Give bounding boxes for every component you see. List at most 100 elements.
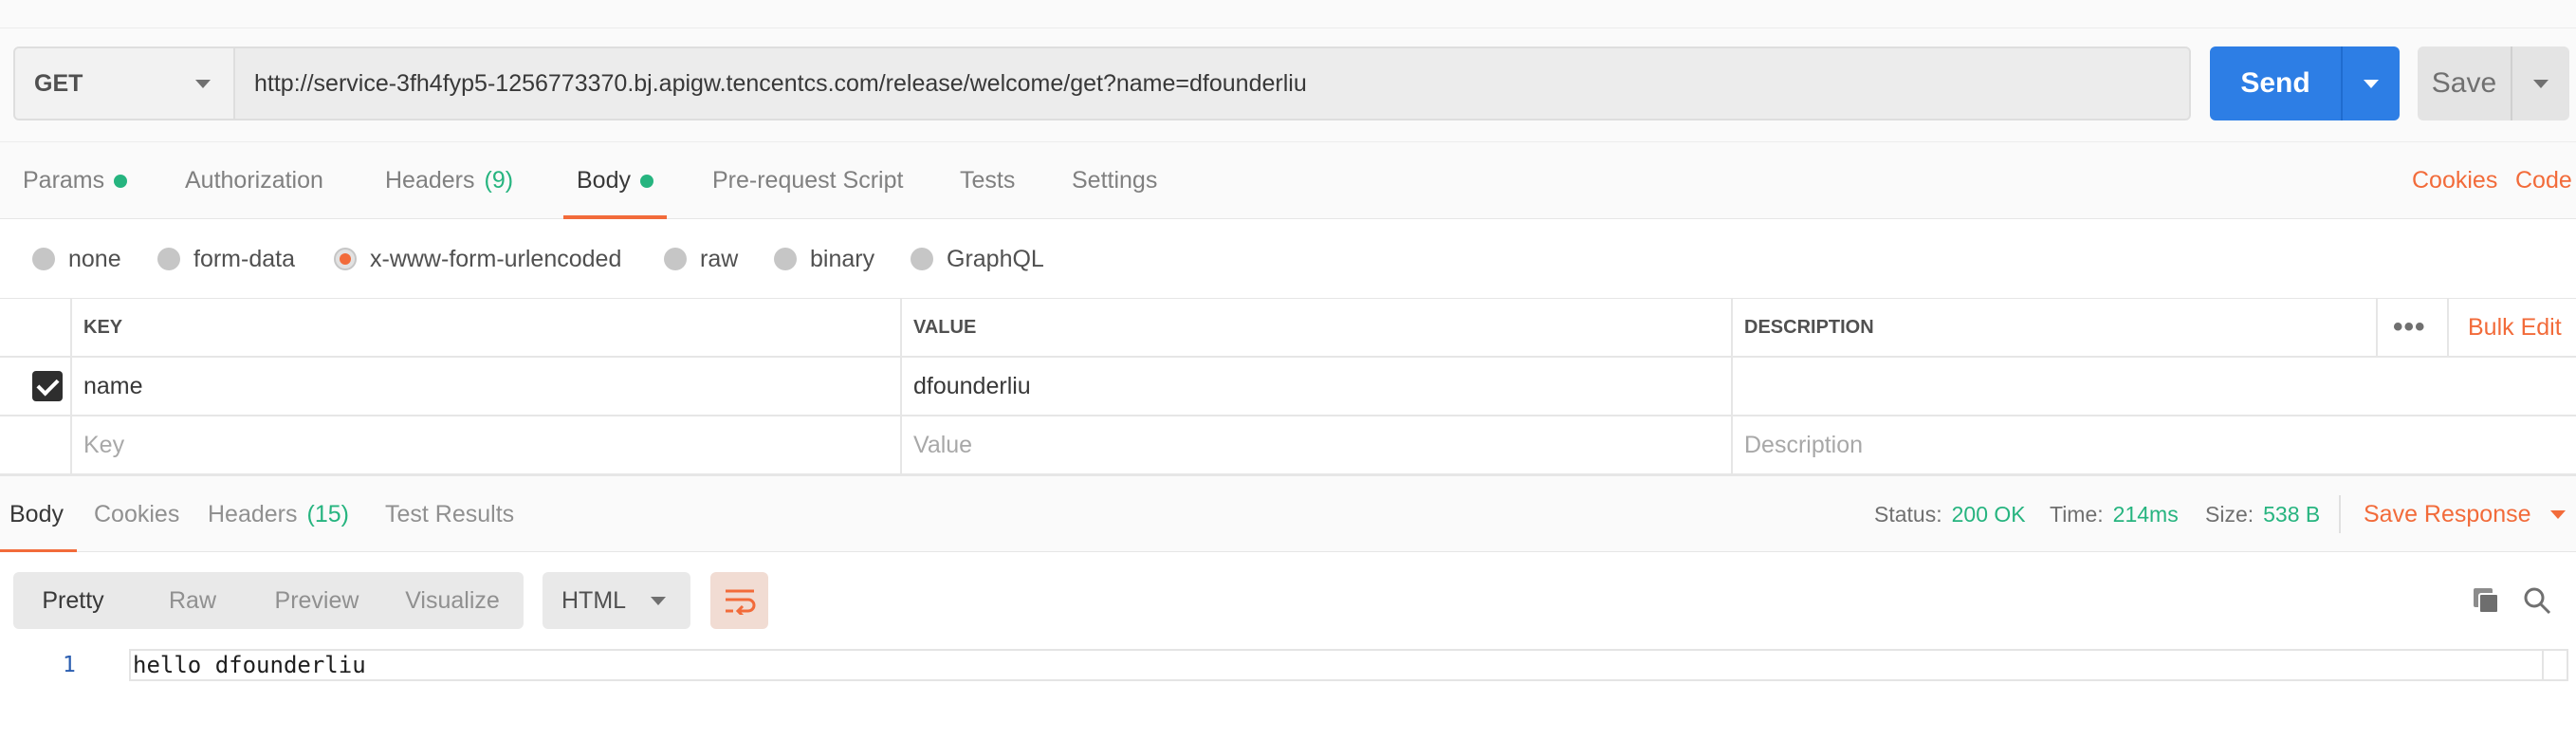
description-placeholder[interactable]: Description bbox=[1731, 416, 1863, 473]
table-header-row: KEY VALUE DESCRIPTION ••• Bulk Edit bbox=[0, 299, 2576, 358]
response-body-editor[interactable]: 1 hello dfounderliu bbox=[0, 647, 2576, 740]
radio-circle bbox=[911, 248, 933, 270]
tab-response-headers[interactable]: Headers (15) bbox=[208, 476, 349, 553]
radio-circle bbox=[157, 248, 180, 270]
active-indicator-dot bbox=[114, 174, 128, 188]
radio-graphql[interactable]: GraphQL bbox=[911, 219, 1044, 299]
radio-label: GraphQL bbox=[947, 245, 1044, 272]
search-icon bbox=[2524, 587, 2551, 615]
request-tabs: Params Authorization Headers (9) Body Pr… bbox=[0, 142, 2576, 219]
tab-authorization[interactable]: Authorization bbox=[185, 142, 323, 219]
chevron-down-icon bbox=[2364, 79, 2379, 88]
tab-label: Headers bbox=[208, 501, 298, 527]
radio-label: form-data bbox=[193, 245, 295, 272]
time-label: Time: bbox=[2050, 502, 2104, 527]
line-number: 1 bbox=[63, 653, 76, 677]
tab-params[interactable]: Params bbox=[23, 142, 128, 219]
tab-body[interactable]: Body bbox=[563, 142, 667, 219]
more-options-icon[interactable]: ••• bbox=[2376, 299, 2426, 356]
key-placeholder[interactable]: Key bbox=[70, 416, 124, 473]
status-value: 200 OK bbox=[1951, 502, 2026, 527]
param-description[interactable] bbox=[1731, 358, 1744, 415]
radio-label: none bbox=[68, 245, 121, 272]
radio-label: binary bbox=[810, 245, 875, 272]
value-placeholder[interactable]: Value bbox=[900, 416, 972, 473]
radio-form-data[interactable]: form-data bbox=[157, 219, 295, 299]
radio-label: raw bbox=[700, 245, 739, 272]
radio-none[interactable]: none bbox=[32, 219, 121, 299]
bulk-edit-link[interactable]: Bulk Edit bbox=[2447, 299, 2562, 356]
wrap-lines-button[interactable] bbox=[710, 572, 768, 629]
radio-binary[interactable]: binary bbox=[774, 219, 874, 299]
tab-headers[interactable]: Headers (9) bbox=[385, 142, 513, 219]
url-group: GET bbox=[13, 46, 2191, 120]
format-select[interactable]: HTML bbox=[543, 572, 690, 629]
response-headers-count: (15) bbox=[306, 501, 349, 527]
url-input[interactable] bbox=[235, 48, 2189, 119]
copy-button[interactable] bbox=[2464, 579, 2508, 622]
editor-scroll-edge bbox=[2544, 649, 2568, 681]
radio-circle-selected bbox=[334, 248, 357, 270]
mode-visualize[interactable]: Visualize bbox=[381, 572, 524, 629]
tab-label: Pre-request Script bbox=[712, 167, 904, 194]
param-key[interactable]: name bbox=[70, 358, 143, 415]
chevron-down-icon bbox=[195, 79, 211, 88]
tab-label: Settings bbox=[1072, 167, 1158, 194]
time-value: 214ms bbox=[2112, 502, 2179, 527]
mode-pretty[interactable]: Pretty bbox=[13, 572, 133, 629]
tab-response-body[interactable]: Body bbox=[0, 476, 77, 553]
save-options-button[interactable] bbox=[2511, 46, 2569, 120]
response-toolbar: Pretty Raw Preview Visualize HTML bbox=[0, 552, 2576, 647]
view-mode-switcher: Pretty Raw Preview Visualize bbox=[13, 572, 524, 629]
mode-raw[interactable]: Raw bbox=[133, 572, 252, 629]
send-button[interactable]: Send bbox=[2210, 46, 2341, 120]
status-label: Status: bbox=[1874, 502, 1942, 527]
wrap-lines-icon bbox=[725, 589, 755, 615]
method-label: GET bbox=[34, 69, 83, 97]
method-select[interactable]: GET bbox=[15, 48, 235, 119]
save-response-label: Save Response bbox=[2364, 501, 2531, 527]
param-value[interactable]: dfounderliu bbox=[900, 358, 1031, 415]
save-button-group: Save bbox=[2418, 46, 2569, 120]
radio-label: x-www-form-urlencoded bbox=[370, 245, 622, 272]
time-readout: Time: 214ms bbox=[2050, 476, 2179, 553]
chevron-down-icon bbox=[651, 596, 666, 605]
format-label: HTML bbox=[561, 586, 627, 614]
column-header-key: KEY bbox=[70, 299, 122, 356]
chevron-down-icon bbox=[2549, 510, 2566, 519]
save-response-button[interactable]: Save Response bbox=[2364, 476, 2566, 553]
table-row: name dfounderliu bbox=[0, 358, 2576, 416]
tab-label: Authorization bbox=[185, 167, 323, 194]
tab-response-cookies[interactable]: Cookies bbox=[94, 476, 179, 553]
tab-pre-request-script[interactable]: Pre-request Script bbox=[712, 142, 903, 219]
tab-test-results[interactable]: Test Results bbox=[385, 476, 514, 553]
status-readout: Status: 200 OK bbox=[1874, 476, 2026, 553]
save-button[interactable]: Save bbox=[2418, 46, 2511, 120]
radio-raw[interactable]: raw bbox=[664, 219, 738, 299]
tab-tests[interactable]: Tests bbox=[960, 142, 1015, 219]
tab-label: Headers bbox=[385, 167, 475, 194]
chevron-down-icon bbox=[2533, 79, 2548, 88]
radio-circle bbox=[774, 248, 797, 270]
size-readout: Size: 538 B bbox=[2205, 476, 2320, 553]
mode-preview[interactable]: Preview bbox=[252, 572, 381, 629]
tab-label: Body bbox=[577, 167, 631, 194]
request-url-bar: GET Send Save bbox=[0, 28, 2576, 142]
response-tabs: Body Cookies Headers (15) Test Results S… bbox=[0, 475, 2576, 553]
tab-label: Tests bbox=[960, 167, 1016, 194]
divider bbox=[2339, 495, 2341, 533]
row-checkbox[interactable] bbox=[0, 358, 63, 415]
column-header-value: VALUE bbox=[900, 299, 976, 356]
table-row-new: Key Value Description bbox=[0, 416, 2576, 475]
radio-circle bbox=[32, 248, 55, 270]
size-value: 538 B bbox=[2263, 502, 2321, 527]
body-type-selector: none form-data x-www-form-urlencoded raw… bbox=[0, 219, 2576, 299]
tab-settings[interactable]: Settings bbox=[1072, 142, 1157, 219]
search-button[interactable] bbox=[2515, 579, 2559, 622]
send-options-button[interactable] bbox=[2341, 46, 2400, 120]
cookies-link[interactable]: Cookies bbox=[2412, 142, 2497, 219]
code-link[interactable]: Code bbox=[2515, 142, 2572, 219]
column-header-description: DESCRIPTION bbox=[1731, 299, 1874, 356]
headers-count: (9) bbox=[484, 167, 514, 194]
radio-x-www-form-urlencoded[interactable]: x-www-form-urlencoded bbox=[334, 219, 621, 299]
